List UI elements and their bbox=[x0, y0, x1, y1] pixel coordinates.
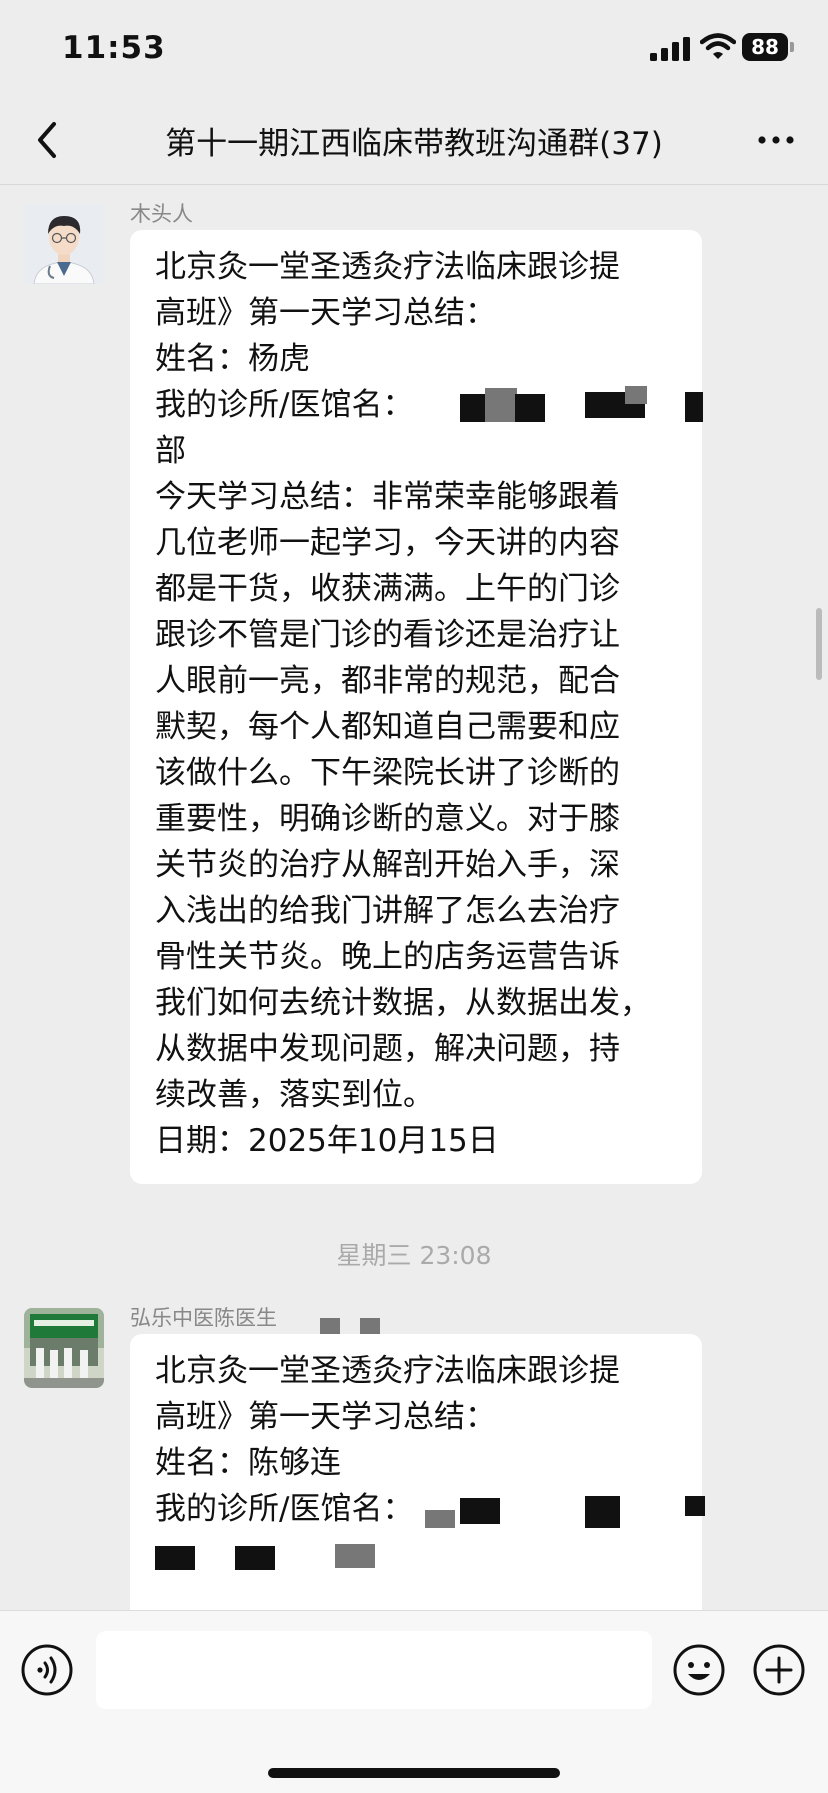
message-line: 北京灸一堂圣透灸疗法临床跟诊提 bbox=[155, 1353, 620, 1389]
signal-icon bbox=[650, 37, 690, 61]
redaction-mark bbox=[625, 386, 647, 404]
chat-title: 第十一期江西临床带教班沟通群(37) bbox=[165, 126, 663, 162]
message-line: 我们如何去统计数据，从数据出发， bbox=[155, 985, 651, 1021]
message-line-redacted bbox=[155, 1532, 702, 1578]
message-line: 骨性关节炎。晚上的店务运营告诉 bbox=[155, 939, 620, 975]
redaction-mark bbox=[235, 1546, 275, 1570]
message-line: 从数据中发现问题，解决问题，持 bbox=[155, 1031, 620, 1067]
message-line: 今天学习总结：非常荣幸能够跟着 bbox=[155, 479, 620, 515]
message-line: 该做什么。下午梁院长讲了诊断的 bbox=[155, 755, 620, 791]
message-line: 都是干货，收获满满。上午的门诊 bbox=[155, 571, 620, 607]
battery-tip bbox=[790, 42, 794, 52]
message-line: 几位老师一起学习，今天讲的内容 bbox=[155, 525, 620, 561]
message-line: 关节炎的治疗从解剖开始入手，深 bbox=[155, 847, 620, 883]
message-line-text: 我的诊所/医馆名： bbox=[155, 1491, 414, 1527]
plus-icon[interactable] bbox=[752, 1643, 806, 1697]
emoji-icon[interactable] bbox=[672, 1643, 726, 1697]
message-line: 高班》第一天学习总结： bbox=[155, 295, 496, 331]
message-bubble[interactable]: 北京灸一堂圣透灸疗法临床跟诊提 高班》第一天学习总结： 姓名：陈够连 我的诊所/… bbox=[130, 1334, 705, 1634]
scroll-indicator[interactable] bbox=[816, 608, 822, 680]
avatar[interactable] bbox=[24, 1308, 104, 1388]
chat-timestamp: 星期三 23:08 bbox=[336, 1241, 492, 1270]
voice-icon[interactable] bbox=[20, 1643, 74, 1697]
redaction-mark bbox=[425, 1510, 455, 1528]
message-line: 人眼前一亮，都非常的规范，配合 bbox=[155, 663, 620, 699]
back-button[interactable] bbox=[24, 116, 72, 164]
message-line: 我的诊所/医馆名： bbox=[155, 382, 703, 428]
message-input[interactable] bbox=[96, 1631, 652, 1709]
home-indicator[interactable] bbox=[268, 1768, 560, 1778]
status-bar: 11:53 88 bbox=[0, 0, 828, 96]
message-line: 姓名：陈够连 bbox=[155, 1445, 341, 1481]
message-line: 续改善，落实到位。 bbox=[155, 1077, 434, 1113]
message-line: 部 bbox=[155, 433, 186, 469]
message-line: 默契，每个人都知道自己需要和应 bbox=[155, 709, 620, 745]
redaction-mark bbox=[485, 388, 517, 422]
message-line: 我的诊所/医馆名： bbox=[155, 1486, 705, 1532]
chat-header: 第十一期江西临床带教班沟通群(37) bbox=[0, 96, 828, 185]
sender-name: 弘乐中医陈医生 bbox=[130, 1306, 277, 1330]
status-time: 11:53 bbox=[62, 30, 166, 66]
message-line: 跟诊不管是门诊的看诊还是治疗让 bbox=[155, 617, 620, 653]
redaction-mark bbox=[335, 1544, 375, 1568]
redaction-mark bbox=[515, 394, 545, 422]
more-options-button[interactable] bbox=[752, 118, 800, 162]
message-line: 入浅出的给我门讲解了怎么去治疗 bbox=[155, 893, 620, 929]
redaction-mark bbox=[585, 1496, 620, 1528]
sender-name: 木头人 bbox=[130, 202, 193, 226]
chat-input-bar bbox=[0, 1610, 828, 1793]
redaction-mark bbox=[155, 1546, 195, 1570]
message-line: 重要性，明确诊断的意义。对于膝 bbox=[155, 801, 620, 837]
message-line: 北京灸一堂圣透灸疗法临床跟诊提 bbox=[155, 249, 620, 285]
redaction-mark bbox=[685, 1496, 705, 1516]
message-line-text: 我的诊所/医馆名： bbox=[155, 387, 414, 423]
message-bubble[interactable]: 北京灸一堂圣透灸疗法临床跟诊提 高班》第一天学习总结： 姓名：杨虎 我的诊所/医… bbox=[130, 230, 703, 1184]
message-line: 日期：2025年10月15日 bbox=[155, 1123, 499, 1159]
wifi-icon bbox=[700, 33, 736, 59]
redaction-mark bbox=[460, 1498, 500, 1524]
avatar[interactable] bbox=[24, 204, 104, 284]
redaction-mark bbox=[685, 392, 703, 422]
battery-indicator: 88 bbox=[742, 33, 788, 61]
message-line: 高班》第一天学习总结： bbox=[155, 1399, 496, 1435]
message-line: 姓名：杨虎 bbox=[155, 341, 310, 377]
